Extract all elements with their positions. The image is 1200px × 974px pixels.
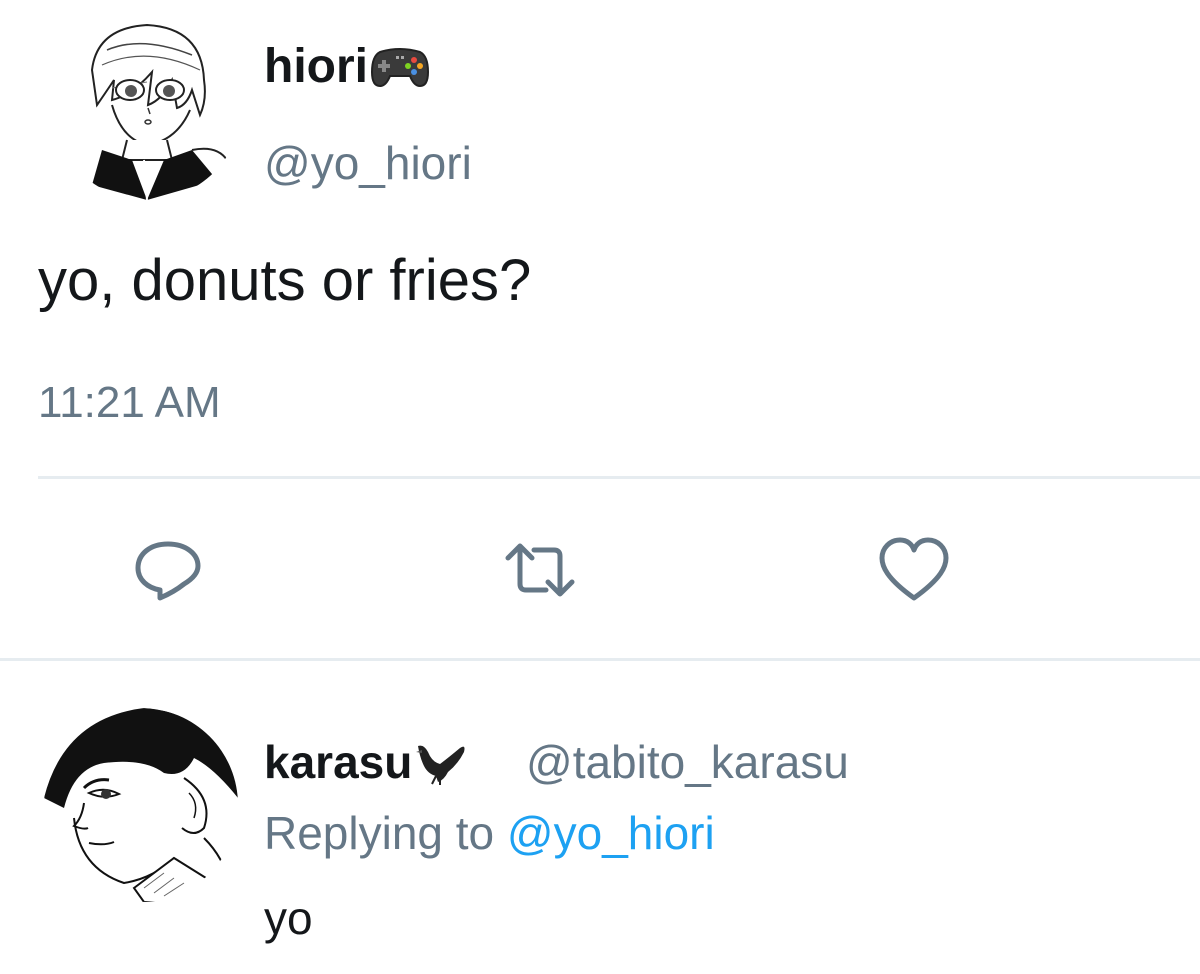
mention-link[interactable]: @yo_hiori — [507, 807, 715, 859]
reply-author-avatar[interactable] — [44, 708, 238, 902]
author-display-name[interactable]: hiori — [264, 42, 430, 99]
author-handle[interactable]: @yo_hiori — [264, 140, 472, 186]
retweet-button[interactable] — [502, 532, 578, 608]
divider — [38, 476, 1200, 479]
reply-author-name-text[interactable]: karasu — [264, 736, 412, 788]
tweet-text: yo, donuts or fries? — [38, 248, 532, 313]
retweet-arrows-icon — [505, 543, 575, 597]
reply-author-handle[interactable]: @tabito_karasu — [526, 739, 849, 785]
speech-bubble-icon — [135, 541, 201, 601]
divider — [0, 658, 1200, 661]
reply-text: yo — [264, 892, 313, 944]
author-avatar[interactable] — [52, 10, 242, 200]
video-game-controller-icon — [370, 42, 430, 99]
black-bird-icon — [414, 740, 468, 793]
main-tweet: hiori @yo_hiori yo, donuts or fries? 11:… — [0, 0, 1200, 660]
like-button[interactable] — [876, 532, 952, 608]
tweet-timestamp[interactable]: 11:21 AM — [38, 381, 221, 425]
replying-to-line: Replying to @yo_hiori — [264, 810, 715, 856]
reply-author-display-name[interactable]: karasu — [264, 739, 468, 793]
reply-button[interactable] — [130, 532, 206, 608]
author-name-text[interactable]: hiori — [264, 40, 368, 93]
replying-to-label: Replying to — [264, 807, 495, 859]
heart-outline-icon — [879, 537, 949, 601]
